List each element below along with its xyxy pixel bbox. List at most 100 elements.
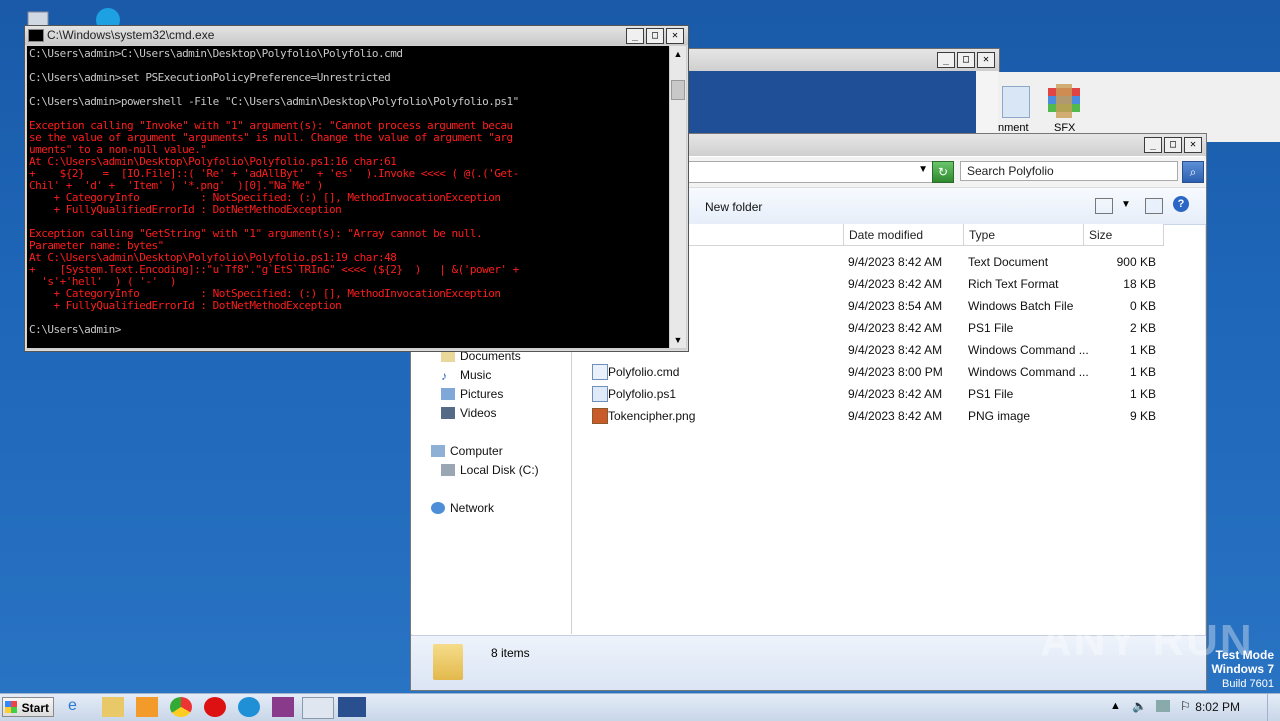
refresh-button[interactable]: ↻ (932, 161, 954, 183)
file-name: Tokencipher.png (608, 409, 696, 423)
folder-icon (433, 644, 463, 680)
explorer-icon[interactable] (102, 697, 124, 717)
network-tray-icon[interactable] (1156, 700, 1170, 712)
search-input[interactable]: Search Polyfolio (960, 161, 1178, 181)
taskbar: Start e ▲ 🔈 ⚐ 8:02 PM (0, 693, 1280, 721)
file-row[interactable]: Polyfolio.cmd 9/4/2023 8:00 PM Windows C… (586, 361, 1166, 383)
minimize-icon[interactable]: _ (1144, 137, 1162, 153)
file-date: 9/4/2023 8:42 AM (848, 255, 943, 269)
file-type: PS1 File (968, 387, 1014, 401)
nav-label: Network (450, 501, 495, 515)
file-name: Polyfolio.ps1 (608, 387, 677, 401)
nav-label: Computer (450, 444, 503, 458)
build-label: Build 7601 (1222, 678, 1274, 690)
file-size: 0 KB (1129, 299, 1156, 313)
maximize-icon[interactable]: □ (957, 52, 975, 68)
nav-videos[interactable]: Videos (441, 406, 496, 420)
flag-icon[interactable]: ⚐ (1180, 699, 1191, 713)
nav-label: Pictures (460, 387, 504, 401)
clock[interactable]: 8:02 PM (1195, 700, 1240, 714)
scroll-down-icon[interactable]: ▼ (671, 333, 685, 347)
winrar-sfx-icon[interactable] (1046, 84, 1082, 118)
minimize-icon[interactable]: _ (937, 52, 955, 68)
preview-pane-icon[interactable] (1145, 198, 1163, 214)
ps1-file-icon (592, 386, 608, 402)
file-type: Windows Command ... (968, 343, 1089, 357)
help-icon[interactable]: ? (1173, 196, 1189, 212)
nav-music[interactable]: ♪ Music (441, 368, 492, 383)
close-icon[interactable]: ✕ (977, 52, 995, 68)
file-date: 9/4/2023 8:00 PM (848, 365, 943, 379)
document-icon[interactable] (1002, 86, 1030, 118)
drive-icon (441, 464, 455, 476)
file-row[interactable]: Tokencipher.png 9/4/2023 8:42 AM PNG ima… (586, 405, 1166, 427)
file-row[interactable]: Polyfolio.ps1 9/4/2023 8:42 AM PS1 File … (586, 383, 1166, 405)
file-size: 9 KB (1129, 409, 1156, 423)
show-desktop-button[interactable] (1267, 694, 1280, 721)
cmd-taskbar-icon[interactable] (302, 697, 334, 719)
file-size: 1 KB (1129, 343, 1156, 357)
chevron-down-icon[interactable]: ▼ (918, 164, 928, 175)
search-icon[interactable]: ⌕ (1182, 161, 1204, 183)
test-mode-line1: Test Mode (1215, 648, 1274, 662)
file-type: Text Document (968, 255, 1049, 269)
file-type: PS1 File (968, 321, 1014, 335)
cmd-file-icon (592, 364, 608, 380)
view-options-icon[interactable] (1095, 198, 1113, 214)
cmd-app-icon (28, 29, 44, 42)
computer-icon (431, 445, 445, 457)
powershell-icon[interactable] (338, 697, 366, 717)
nav-pictures[interactable]: Pictures (441, 387, 503, 401)
chevron-down-icon[interactable]: ▼ (1121, 199, 1131, 210)
file-type: Rich Text Format (968, 277, 1059, 291)
file-size: 900 KB (1116, 255, 1156, 269)
music-icon: ♪ (441, 369, 447, 383)
videos-icon (441, 407, 455, 419)
winrar-icon[interactable] (272, 697, 294, 717)
chrome-icon[interactable] (170, 697, 192, 717)
file-type: Windows Command ... (968, 365, 1089, 379)
edge-icon[interactable] (238, 697, 260, 717)
show-hidden-icons[interactable]: ▲ (1110, 700, 1121, 712)
console-line: + FullyQualifiedErrorId : DotNetMethodEx… (29, 203, 342, 216)
close-icon[interactable]: ✕ (666, 28, 684, 44)
nav-network[interactable]: Network (431, 501, 494, 515)
maximize-icon[interactable]: □ (646, 28, 664, 44)
console-line: C:\Users\admin>set PSExecutionPolicyPref… (29, 71, 391, 84)
scrollbar[interactable]: ▲ ▼ (670, 46, 686, 348)
nav-label: Music (460, 368, 492, 382)
console-output[interactable]: C:\Users\admin>C:\Users\admin\Desktop\Po… (27, 46, 669, 348)
nav-computer[interactable]: Computer (431, 444, 503, 458)
back-window-right-panel: nment SFX (998, 72, 1280, 142)
file-date: 9/4/2023 8:54 AM (848, 299, 943, 313)
ie-icon[interactable]: e (68, 697, 90, 717)
item-count: 8 items (491, 646, 530, 660)
file-type: PNG image (968, 409, 1031, 423)
minimize-icon[interactable]: _ (626, 28, 644, 44)
column-header-date[interactable]: Date modified (844, 224, 964, 246)
nav-label: Videos (460, 406, 497, 420)
cmd-window[interactable]: C:\Windows\system32\cmd.exe _ □ ✕ C:\Use… (24, 25, 689, 352)
volume-icon[interactable]: 🔈 (1132, 699, 1147, 713)
maximize-icon[interactable]: □ (1164, 137, 1182, 153)
file-size: 1 KB (1129, 387, 1156, 401)
scroll-thumb[interactable] (671, 80, 685, 100)
console-line: + FullyQualifiedErrorId : DotNetMethodEx… (29, 299, 342, 312)
nav-local-disk[interactable]: Local Disk (C:) (441, 463, 539, 477)
opera-icon[interactable] (204, 697, 226, 717)
file-size: 1 KB (1129, 365, 1156, 379)
cmd-titlebar[interactable]: C:\Windows\system32\cmd.exe _ □ ✕ (25, 26, 688, 45)
cmd-title: C:\Windows\system32\cmd.exe (47, 28, 215, 42)
file-size: 18 KB (1123, 277, 1156, 291)
scroll-up-icon[interactable]: ▲ (671, 47, 685, 61)
media-player-icon[interactable] (136, 697, 158, 717)
windows-logo-icon (5, 701, 17, 713)
file-date: 9/4/2023 8:42 AM (848, 409, 943, 423)
pictures-icon (441, 388, 455, 400)
new-folder-button[interactable]: New folder (705, 200, 762, 214)
close-icon[interactable]: ✕ (1184, 137, 1202, 153)
file-date: 9/4/2023 8:42 AM (848, 387, 943, 401)
column-header-type[interactable]: Type (964, 224, 1084, 246)
console-line: C:\Users\admin>powershell -File "C:\User… (29, 95, 519, 108)
column-header-size[interactable]: Size (1084, 224, 1164, 246)
